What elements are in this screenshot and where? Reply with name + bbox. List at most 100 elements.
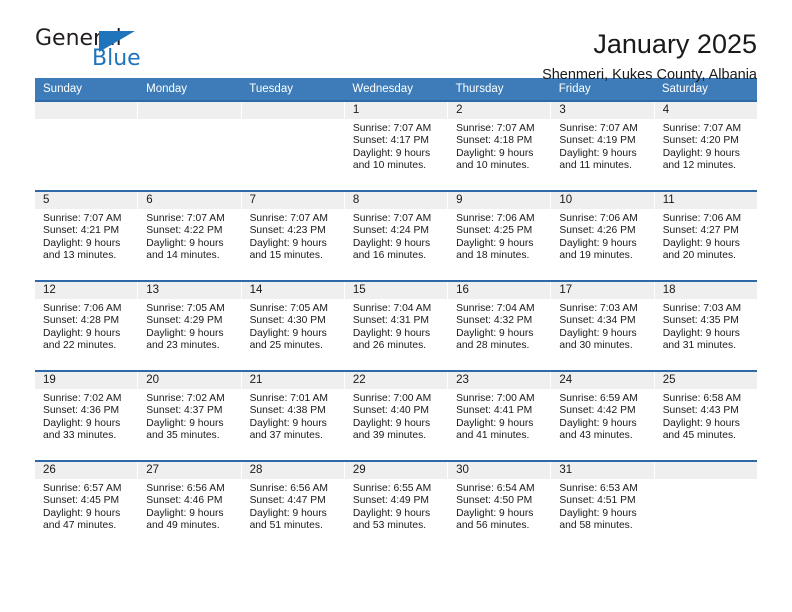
- calendar-day-cell[interactable]: 8 Sunrise: 7:07 AM Sunset: 4:24 PM Daylight…: [344, 192, 449, 280]
- daylight-text-line2: and 53 minutes.: [352, 520, 427, 532]
- sunrise-text: Sunrise: 7:02 AM: [146, 393, 225, 404]
- day-number: 27: [138, 462, 241, 479]
- sunset-text: Sunset: 4:37 PM: [146, 405, 223, 417]
- calendar-week-row: 19 Sunrise: 7:02 AM Sunset: 4:36 PM Dayligh…: [35, 370, 757, 460]
- daylight-text-line1: Daylight: 9 hours: [249, 417, 327, 429]
- calendar-day-cell[interactable]: 11 Sunrise: 7:06 AM Sunset: 4:27 PM Dayligh…: [654, 192, 757, 280]
- sunset-text: Sunset: 4:29 PM: [146, 315, 223, 327]
- calendar-day-cell[interactable]: 16 Sunrise: 7:04 AM Sunset: 4:32 PM Dayligh…: [448, 282, 552, 370]
- daylight-text-line1: Daylight: 9 hours: [662, 237, 740, 249]
- day-number: 30: [448, 462, 551, 479]
- daylight-text-line1: Daylight: 9 hours: [146, 327, 224, 339]
- calendar-day-cell[interactable]: 14 Sunrise: 7:05 AM Sunset: 4:30 PM Dayligh…: [241, 282, 345, 370]
- calendar-day-cell[interactable]: 22 Sunrise: 7:00 AM Sunset: 4:40 PM Dayligh…: [344, 372, 449, 460]
- calendar-week-row: 5 Sunrise: 7:07 AM Sunset: 4:21 PM Daylight…: [35, 190, 757, 280]
- day-number: 29: [344, 462, 448, 479]
- day-sun-info: Sunrise: 7:04 AM Sunset: 4:31 PM Daylight:…: [345, 299, 447, 353]
- sunrise-text: Sunrise: 7:07 AM: [146, 213, 225, 224]
- daylight-text-line2: and 25 minutes.: [249, 340, 323, 352]
- sunset-text: Sunset: 4:49 PM: [352, 495, 429, 507]
- calendar-day-cell[interactable]: 27 Sunrise: 6:56 AM Sunset: 4:46 PM Dayligh…: [138, 462, 242, 550]
- daylight-text-line2: and 10 minutes.: [352, 160, 427, 172]
- day-sun-info: Sunrise: 6:59 AM Sunset: 4:42 PM Daylight:…: [551, 389, 653, 443]
- sunset-text: Sunset: 4:17 PM: [352, 135, 429, 147]
- calendar-day-cell[interactable]: 18 Sunrise: 7:03 AM Sunset: 4:35 PM Dayligh…: [654, 282, 757, 370]
- calendar-day-cell[interactable]: 29 Sunrise: 6:55 AM Sunset: 4:49 PM Dayligh…: [344, 462, 449, 550]
- calendar-week-row: 12 Sunrise: 7:06 AM Sunset: 4:28 PM Dayligh…: [35, 280, 757, 370]
- calendar-day-cell[interactable]: 6 Sunrise: 7:07 AM Sunset: 4:22 PM Daylight…: [138, 192, 242, 280]
- sunset-text: Sunset: 4:50 PM: [456, 495, 533, 507]
- day-sun-info: Sunrise: 7:03 AM Sunset: 4:34 PM Daylight:…: [551, 299, 653, 353]
- calendar-day-cell[interactable]: 9 Sunrise: 7:06 AM Sunset: 4:25 PM Daylight…: [448, 192, 552, 280]
- daylight-text-line1: Daylight: 9 hours: [456, 507, 534, 519]
- calendar-day-cell[interactable]: 10 Sunrise: 7:06 AM Sunset: 4:26 PM Dayligh…: [551, 192, 655, 280]
- calendar-day-cell[interactable]: 15 Sunrise: 7:04 AM Sunset: 4:31 PM Dayligh…: [344, 282, 449, 370]
- daylight-text-line2: and 39 minutes.: [352, 430, 427, 442]
- calendar-day-cell[interactable]: 24 Sunrise: 6:59 AM Sunset: 4:42 PM Dayligh…: [551, 372, 655, 460]
- weekday-header-tuesday: Tuesday: [249, 83, 293, 95]
- daylight-text-line2: and 30 minutes.: [559, 340, 633, 352]
- day-sun-info: Sunrise: 7:06 AM Sunset: 4:26 PM Daylight:…: [551, 209, 653, 263]
- general-blue-logo[interactable]: General Blue: [35, 28, 165, 76]
- weekday-header-wednesday: Wednesday: [352, 83, 413, 95]
- weekday-header-monday: Monday: [146, 83, 188, 95]
- daylight-text-line2: and 15 minutes.: [249, 250, 323, 262]
- daylight-text-line2: and 51 minutes.: [249, 520, 323, 532]
- sunset-text: Sunset: 4:40 PM: [352, 405, 429, 417]
- day-sun-info: Sunrise: 7:07 AM Sunset: 4:18 PM Daylight:…: [448, 119, 550, 173]
- day-sun-info: Sunrise: 7:05 AM Sunset: 4:30 PM Daylight:…: [242, 299, 344, 353]
- calendar-day-cell[interactable]: 3 Sunrise: 7:07 AM Sunset: 4:19 PM Daylight…: [551, 102, 655, 190]
- day-sun-info: Sunrise: 7:04 AM Sunset: 4:32 PM Daylight:…: [448, 299, 550, 353]
- calendar-day-cell[interactable]: 25 Sunrise: 6:58 AM Sunset: 4:43 PM Dayligh…: [654, 372, 757, 460]
- daylight-text-line1: Daylight: 9 hours: [559, 507, 637, 519]
- calendar-day-cell[interactable]: 2 Sunrise: 7:07 AM Sunset: 4:18 PM Daylight…: [448, 102, 552, 190]
- sunset-text: Sunset: 4:23 PM: [249, 225, 326, 237]
- day-sun-info: Sunrise: 7:01 AM Sunset: 4:38 PM Daylight:…: [242, 389, 344, 443]
- daylight-text-line1: Daylight: 9 hours: [559, 237, 637, 249]
- calendar-day-cell[interactable]: 12 Sunrise: 7:06 AM Sunset: 4:28 PM Dayligh…: [35, 282, 139, 370]
- sunrise-text: Sunrise: 7:07 AM: [43, 213, 122, 224]
- calendar-day-cell[interactable]: 13 Sunrise: 7:05 AM Sunset: 4:29 PM Dayligh…: [138, 282, 242, 370]
- calendar-day-cell[interactable]: 4 Sunrise: 7:07 AM Sunset: 4:20 PM Daylight…: [654, 102, 757, 190]
- calendar-day-cell[interactable]: 20 Sunrise: 7:02 AM Sunset: 4:37 PM Dayligh…: [138, 372, 242, 460]
- day-sun-info: Sunrise: 7:06 AM Sunset: 4:25 PM Daylight:…: [448, 209, 550, 263]
- sunrise-text: Sunrise: 7:01 AM: [249, 393, 328, 404]
- daylight-text-line2: and 43 minutes.: [559, 430, 633, 442]
- calendar-day-cell[interactable]: 7 Sunrise: 7:07 AM Sunset: 4:23 PM Daylight…: [241, 192, 345, 280]
- sunrise-text: Sunrise: 6:58 AM: [662, 393, 742, 404]
- day-number: 19: [35, 372, 138, 389]
- calendar-day-cell[interactable]: 17 Sunrise: 7:03 AM Sunset: 4:34 PM Dayligh…: [551, 282, 655, 370]
- daylight-text-line2: and 12 minutes.: [662, 160, 736, 172]
- daylight-text-line1: Daylight: 9 hours: [662, 327, 740, 339]
- day-sun-info: Sunrise: 7:02 AM Sunset: 4:37 PM Daylight:…: [138, 389, 240, 443]
- calendar-day-cell[interactable]: 26 Sunrise: 6:57 AM Sunset: 4:45 PM Dayligh…: [35, 462, 139, 550]
- weekday-header-thursday: Thursday: [455, 83, 504, 95]
- day-sun-info: Sunrise: 7:06 AM Sunset: 4:28 PM Daylight:…: [35, 299, 137, 353]
- sunset-text: Sunset: 4:36 PM: [43, 405, 120, 417]
- sunset-text: Sunset: 4:26 PM: [559, 225, 636, 237]
- day-number: 20: [138, 372, 241, 389]
- day-number: 26: [35, 462, 138, 479]
- calendar-day-cell[interactable]: 19 Sunrise: 7:02 AM Sunset: 4:36 PM Dayligh…: [35, 372, 139, 460]
- day-sun-info: Sunrise: 7:02 AM Sunset: 4:36 PM Daylight:…: [35, 389, 137, 443]
- calendar-day-cell[interactable]: 21 Sunrise: 7:01 AM Sunset: 4:38 PM Dayligh…: [241, 372, 345, 460]
- calendar-day-cell-empty: [138, 102, 242, 190]
- calendar-day-cell[interactable]: 30 Sunrise: 6:54 AM Sunset: 4:50 PM Dayligh…: [448, 462, 552, 550]
- sunrise-text: Sunrise: 6:53 AM: [559, 483, 638, 494]
- daylight-text-line2: and 28 minutes.: [456, 340, 530, 352]
- calendar-day-cell[interactable]: 5 Sunrise: 7:07 AM Sunset: 4:21 PM Daylight…: [35, 192, 139, 280]
- daylight-text-line1: Daylight: 9 hours: [456, 327, 534, 339]
- sunrise-text: Sunrise: 6:57 AM: [43, 483, 122, 494]
- calendar-day-cell[interactable]: 28 Sunrise: 6:56 AM Sunset: 4:47 PM Dayligh…: [241, 462, 345, 550]
- calendar-day-cell-empty: [654, 462, 757, 550]
- sunset-text: Sunset: 4:21 PM: [43, 225, 120, 237]
- day-sun-info: Sunrise: 7:07 AM Sunset: 4:23 PM Daylight:…: [242, 209, 344, 263]
- calendar-day-cell[interactable]: 23 Sunrise: 7:00 AM Sunset: 4:41 PM Dayligh…: [448, 372, 552, 460]
- daylight-text-line2: and 31 minutes.: [662, 340, 736, 352]
- calendar-day-cell[interactable]: 1 Sunrise: 7:07 AM Sunset: 4:17 PM Daylight…: [344, 102, 449, 190]
- day-sun-info: Sunrise: 7:03 AM Sunset: 4:35 PM Daylight:…: [655, 299, 757, 353]
- calendar-day-cell[interactable]: 31 Sunrise: 6:53 AM Sunset: 4:51 PM Dayligh…: [551, 462, 655, 550]
- sunrise-text: Sunrise: 7:07 AM: [662, 123, 742, 134]
- day-sun-info: Sunrise: 7:00 AM Sunset: 4:40 PM Daylight:…: [345, 389, 447, 443]
- sunrise-text: Sunrise: 7:03 AM: [662, 303, 742, 314]
